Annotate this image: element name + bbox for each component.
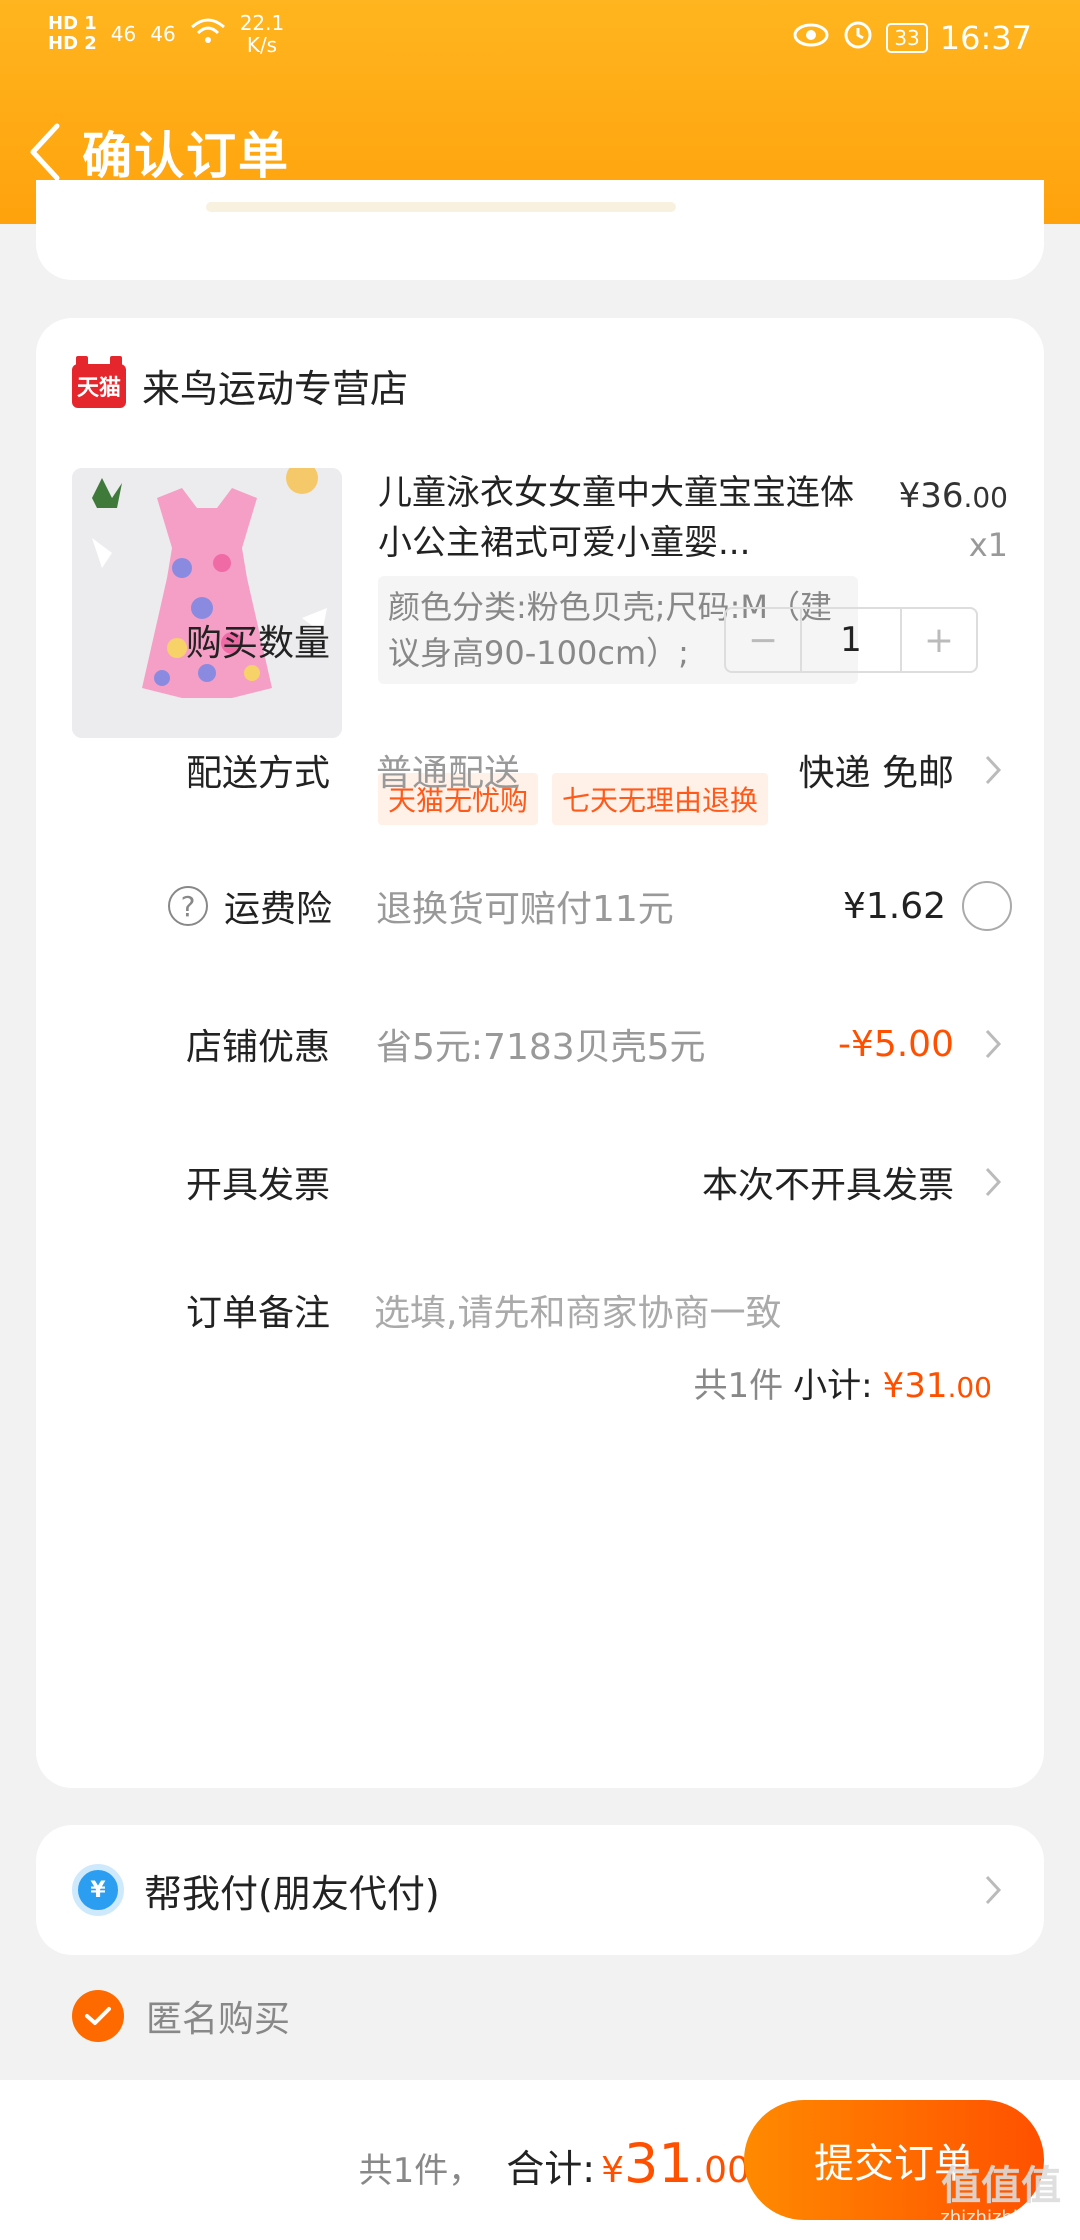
quantity-row: 购买数量 − 1 + bbox=[36, 600, 1044, 680]
status-bar: HD 1 HD 2 46 46 22.1 K/s 33 16:37 bbox=[0, 0, 1080, 80]
signal-2-icon: 46 bbox=[150, 22, 176, 46]
page-title: 确认订单 bbox=[82, 127, 290, 185]
price-currency: ¥ bbox=[898, 476, 921, 516]
decrement-button[interactable]: − bbox=[726, 609, 800, 671]
quantity-value[interactable]: 1 bbox=[800, 609, 902, 671]
network-speed: 22.1 K/s bbox=[239, 11, 285, 57]
hd-indicators: HD 1 HD 2 bbox=[48, 14, 97, 54]
insurance-radio[interactable] bbox=[962, 881, 1012, 931]
order-note-row: 订单备注 选填,请先和商家协商一致 bbox=[36, 1270, 1044, 1350]
increment-button[interactable]: + bbox=[902, 609, 976, 671]
price-int: 36 bbox=[920, 476, 964, 516]
order-note-input[interactable]: 选填,请先和商家协商一致 bbox=[374, 1284, 781, 1336]
address-card-remnant bbox=[206, 202, 676, 212]
yuan-coin-icon: ¥ bbox=[72, 1864, 124, 1916]
shop-header[interactable]: 天猫 来鸟运动专营店 bbox=[72, 355, 409, 413]
subtotal-count: 共1件 bbox=[693, 1366, 784, 1406]
alarm-icon bbox=[842, 18, 874, 58]
status-right: 33 16:37 bbox=[792, 18, 1032, 58]
watermark-logo: 值值值 bbox=[941, 2163, 1062, 2209]
total-currency: ¥ bbox=[601, 2150, 625, 2191]
product-price: ¥36.00 bbox=[899, 476, 1008, 516]
subtotal-amount: ¥31.00 bbox=[883, 1366, 992, 1406]
subtotal-label: 小计: bbox=[793, 1366, 873, 1406]
address-card[interactable] bbox=[36, 180, 1044, 280]
total-int: 31 bbox=[624, 2132, 693, 2195]
price-dec: .00 bbox=[963, 481, 1008, 514]
shop-discount-row[interactable]: 店铺优惠 省5元:7183贝壳5元 -¥5.00 bbox=[36, 1004, 1044, 1084]
checkmark-icon[interactable] bbox=[72, 1990, 124, 2042]
discount-value: -¥5.00 bbox=[837, 1023, 954, 1065]
hd1-label: HD 1 bbox=[48, 13, 97, 34]
subtotal-dec: .00 bbox=[947, 1371, 992, 1404]
delivery-label: 配送方式 bbox=[186, 753, 331, 794]
order-card: 天猫 来鸟运动专营店 儿童泳衣女女童中大童宝宝连体小公主裙式可爱小童婴... ¥… bbox=[36, 318, 1044, 1788]
clock: 16:37 bbox=[939, 19, 1032, 57]
insurance-price: ¥1.62 bbox=[842, 885, 946, 927]
quantity-label: 购买数量 bbox=[186, 623, 331, 664]
anonymous-label: 匿名购买 bbox=[146, 1999, 291, 2040]
friend-pay-label: 帮我付(朋友代付) bbox=[144, 1871, 440, 1916]
question-icon[interactable]: ? bbox=[168, 886, 208, 926]
subtotal-int: 31 bbox=[904, 1366, 948, 1406]
total-count: 共1件， bbox=[358, 2151, 483, 2191]
delivery-value: 快递 免邮 bbox=[798, 753, 954, 794]
subtotal: 共1件 小计: ¥31.00 bbox=[693, 1358, 992, 1407]
insurance-label: 运费险 bbox=[224, 889, 333, 930]
note-label: 订单备注 bbox=[186, 1293, 331, 1334]
bottom-bar: 共1件， 合计: ¥ 31 .00 提交订单 值值值 zhizhizhi.com bbox=[0, 2080, 1080, 2240]
shop-name: 来鸟运动专营店 bbox=[142, 367, 409, 411]
watermark-url: zhizhizhi.com bbox=[940, 2207, 1062, 2228]
signal-1-icon: 46 bbox=[110, 22, 137, 46]
chevron-right-icon bbox=[978, 1024, 1008, 1064]
delivery-sub: 普通配送 bbox=[376, 753, 521, 794]
chevron-right-icon bbox=[978, 1162, 1008, 1202]
total-label: 合计: bbox=[506, 2147, 596, 2191]
chevron-right-icon bbox=[978, 750, 1008, 790]
shipping-insurance-row: ? 运费险 退换货可赔付11元 ¥1.62 bbox=[36, 866, 1044, 946]
anonymous-purchase[interactable]: 匿名购买 bbox=[72, 1990, 290, 2042]
tmall-logo: 天猫 bbox=[72, 355, 126, 408]
quantity-stepper: − 1 + bbox=[724, 607, 978, 673]
total-dec: .00 bbox=[692, 2150, 750, 2191]
invoice-label: 开具发票 bbox=[186, 1165, 331, 1206]
invoice-row[interactable]: 开具发票 本次不开具发票 bbox=[36, 1142, 1044, 1222]
discount-label: 店铺优惠 bbox=[186, 1027, 331, 1068]
product-quantity: x1 bbox=[968, 526, 1008, 564]
product-title[interactable]: 儿童泳衣女女童中大童宝宝连体小公主裙式可爱小童婴... bbox=[378, 468, 858, 568]
friend-pay-card[interactable]: ¥ 帮我付(朋友代付) bbox=[36, 1825, 1044, 1955]
hd2-label: HD 2 bbox=[48, 33, 97, 54]
battery-icon: 33 bbox=[886, 23, 928, 53]
invoice-value: 本次不开具发票 bbox=[701, 1165, 954, 1206]
watermark: 值值值 zhizhizhi.com bbox=[940, 2164, 1062, 2228]
status-left: HD 1 HD 2 46 46 22.1 K/s bbox=[48, 12, 284, 56]
delivery-row[interactable]: 配送方式 普通配送 快递 免邮 bbox=[36, 730, 1044, 810]
subtotal-currency: ¥ bbox=[882, 1366, 905, 1406]
order-total: 共1件， 合计: ¥ 31 .00 bbox=[359, 2132, 750, 2195]
eye-icon bbox=[792, 19, 830, 57]
discount-sub: 省5元:7183贝壳5元 bbox=[376, 1027, 706, 1068]
chevron-right-icon bbox=[978, 1870, 1008, 1910]
insurance-label-group: ? 运费险 bbox=[168, 880, 332, 932]
wifi-icon bbox=[190, 17, 226, 52]
insurance-sub: 退换货可赔付11元 bbox=[376, 889, 674, 930]
